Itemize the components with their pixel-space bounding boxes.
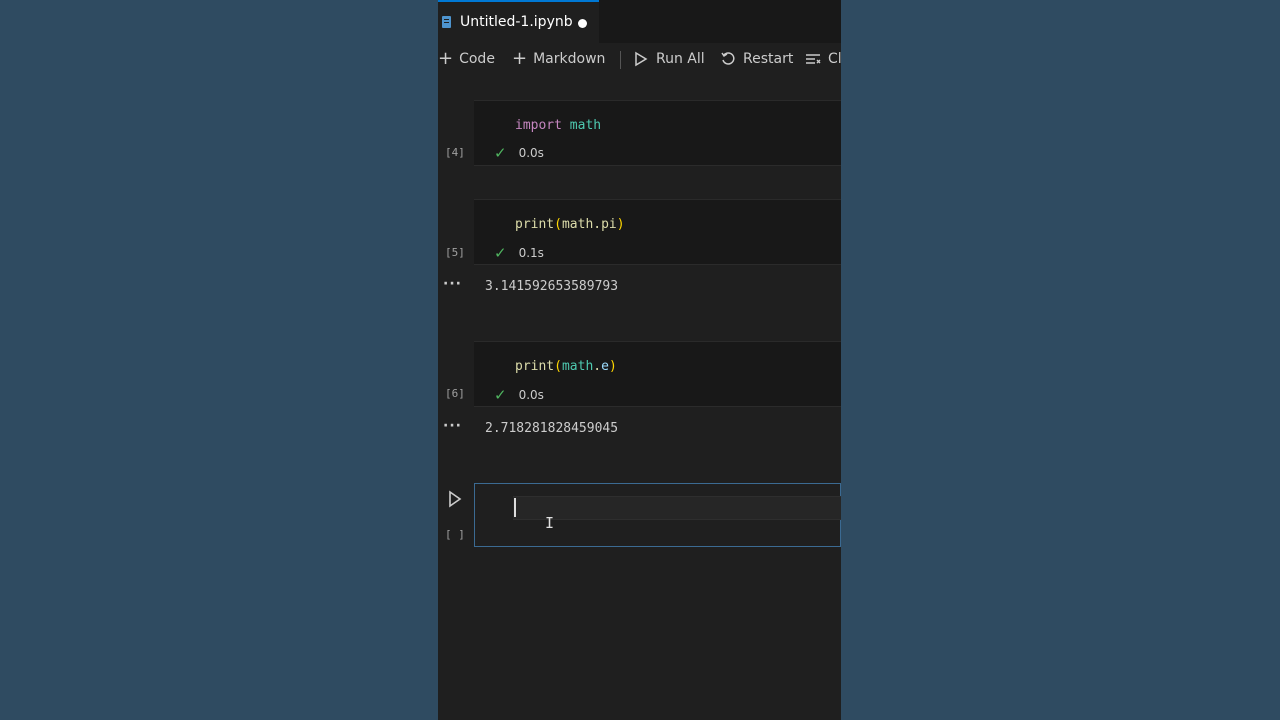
- left-background: [0, 0, 438, 720]
- restart-icon: [721, 52, 735, 65]
- text-cursor: [514, 498, 516, 517]
- tab-bar: Untitled-1.ipynb: [438, 0, 841, 43]
- current-line-highlight: [513, 496, 841, 520]
- add-markdown-cell-button[interactable]: + Markdown: [512, 49, 605, 69]
- check-icon: ✓: [494, 386, 507, 404]
- notebook-editor: Untitled-1.ipynb + Code + Markdown Run A…: [438, 0, 841, 720]
- output-more-actions-icon[interactable]: ···: [443, 418, 462, 434]
- execution-count: [4]: [445, 146, 465, 159]
- clear-label: Cl: [828, 51, 841, 67]
- module-math: math: [561, 359, 594, 374]
- check-icon: ✓: [494, 144, 507, 162]
- output-more-actions-icon[interactable]: ···: [443, 276, 462, 292]
- cell-status: ✓ 0.0s: [494, 386, 544, 404]
- attribute-e: e: [601, 359, 609, 374]
- run-all-icon: [635, 51, 648, 67]
- active-code-cell[interactable]: [474, 483, 841, 547]
- execution-count: [6]: [445, 387, 465, 400]
- dot: .: [593, 359, 602, 374]
- module-math: math: [569, 118, 602, 133]
- open-paren: (: [554, 217, 562, 232]
- cell-source[interactable]: print(math.e): [515, 359, 617, 374]
- restart-label: Restart: [743, 51, 794, 67]
- mouse-ibeam-cursor-icon: I: [545, 514, 555, 532]
- execution-time: 0.0s: [518, 388, 544, 402]
- plus-icon: +: [512, 48, 528, 69]
- cell-source[interactable]: import math: [515, 118, 601, 133]
- tab-title: Untitled-1.ipynb: [460, 14, 573, 30]
- tab-untitled-notebook[interactable]: Untitled-1.ipynb: [438, 0, 599, 43]
- cell-output: 2.718281828459045: [485, 421, 619, 436]
- keyword-import: import: [515, 118, 562, 133]
- cell-status: ✓ 0.1s: [494, 244, 544, 262]
- cell-source[interactable]: print(math.pi): [515, 217, 625, 232]
- code-cell-2[interactable]: print(math.pi) ✓ 0.1s: [474, 199, 841, 265]
- execution-time: 0.1s: [518, 246, 544, 260]
- code-label: Code: [459, 51, 495, 67]
- code-cell-1[interactable]: import math ✓ 0.0s: [474, 100, 841, 166]
- open-paren: (: [554, 359, 562, 374]
- execution-time: 0.0s: [518, 146, 544, 160]
- cell-status: ✓ 0.0s: [494, 144, 544, 162]
- close-paren: ): [616, 217, 625, 232]
- add-code-cell-button[interactable]: + Code: [438, 49, 495, 69]
- clear-all-icon: [806, 54, 821, 64]
- clear-outputs-button[interactable]: Cl: [805, 49, 841, 69]
- toolbar-divider: [620, 51, 621, 69]
- right-background: [841, 0, 1280, 720]
- close-paren: ): [608, 359, 617, 374]
- function-print: print: [515, 217, 555, 232]
- run-all-button[interactable]: Run All: [633, 49, 705, 69]
- execution-count: [5]: [445, 246, 465, 259]
- plus-icon: +: [438, 48, 454, 69]
- run-cell-icon[interactable]: [448, 490, 462, 508]
- execution-count: [ ]: [445, 528, 465, 541]
- function-print: print: [515, 359, 555, 374]
- notebook-toolbar: + Code + Markdown Run All Restart Cl: [438, 43, 841, 73]
- restart-button[interactable]: Restart: [720, 49, 793, 69]
- argument: math.pi: [561, 217, 617, 232]
- unsaved-dot-icon[interactable]: [578, 19, 587, 28]
- check-icon: ✓: [494, 244, 507, 262]
- code-cell-3[interactable]: print(math.e) ✓ 0.0s: [474, 341, 841, 407]
- cell-output: 3.141592653589793: [485, 279, 619, 294]
- run-all-label: Run All: [656, 51, 705, 67]
- markdown-label: Markdown: [533, 51, 606, 67]
- notebook-file-icon: [442, 16, 451, 28]
